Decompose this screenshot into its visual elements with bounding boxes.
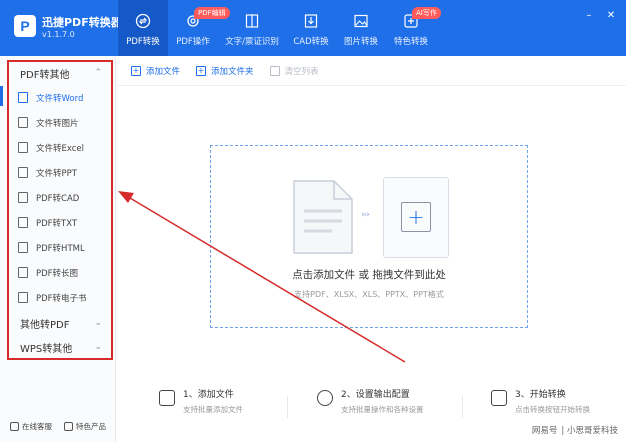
add-folder-icon: + — [196, 65, 207, 76]
step-title: 3、开始转换 — [515, 390, 566, 400]
ocr-icon — [243, 12, 261, 30]
clear-list-label: 清空列表 — [284, 66, 319, 77]
highlight-frame — [7, 60, 113, 360]
dropzone-title: 点击添加文件 或 拖拽文件到此处 — [292, 269, 446, 281]
arrows-icon: ››› — [361, 210, 370, 220]
close-button[interactable]: ✕ — [604, 8, 618, 22]
cad-icon — [302, 12, 320, 30]
watermark-author: | 小思哥爱科技 — [561, 426, 618, 436]
toolbar: + 添加文件 + 添加文件夹 清空列表 — [117, 56, 626, 86]
app-logo: P — [14, 15, 36, 37]
main-nav: PDF转换 PDF编辑 PDF操作 文字/票证识别 CAD转换 图片转换 AI写… — [118, 0, 441, 56]
nav-label: CAD转换 — [293, 37, 329, 47]
step-desc: 支持批量添加文件 — [183, 405, 243, 414]
step-title: 2、设置输出配置 — [341, 390, 410, 400]
trash-icon — [269, 65, 280, 76]
divider — [287, 396, 288, 418]
convert-icon — [134, 12, 152, 30]
image-icon — [352, 12, 370, 30]
gift-icon — [64, 422, 73, 431]
nav-label: 特色转换 — [393, 37, 428, 47]
nav-cad[interactable]: CAD转换 — [286, 0, 336, 56]
add-doc-icon — [159, 390, 175, 406]
add-file-label: 添加文件 — [146, 66, 181, 77]
featured-products-label: 特色产品 — [76, 422, 106, 431]
nav-badge: AI写作 — [412, 7, 441, 19]
document-icon — [293, 180, 353, 254]
nav-pdf-operate[interactable]: PDF编辑 PDF操作 — [168, 0, 230, 56]
plus-icon: + — [401, 202, 431, 232]
nav-feature[interactable]: AI写作 特色转换 — [386, 0, 441, 56]
active-indicator — [0, 86, 3, 106]
watermark-source: 网易号 — [531, 426, 558, 436]
dropzone-subtitle: 支持PDF、XLSX、XLS、PPTX、PPT格式 — [294, 290, 444, 299]
nav-ocr[interactable]: 文字/票证识别 — [218, 0, 286, 56]
add-folder-button[interactable]: + 添加文件夹 — [196, 65, 254, 77]
gear-icon — [317, 390, 333, 406]
step-title: 1、添加文件 — [183, 390, 234, 400]
step-add-file: 1、添加文件 支持批量添加文件 — [159, 384, 243, 415]
nav-label: PDF转换 — [126, 37, 160, 47]
nav-image[interactable]: 图片转换 — [336, 0, 386, 56]
window-controls: – ✕ — [582, 8, 618, 22]
title-bar: P 迅捷PDF转换器 v1.1.7.0 PDF转换 PDF编辑 PDF操作 文字… — [0, 0, 626, 56]
step-desc: 点击转换按钮开始转换 — [515, 405, 590, 414]
add-file-icon: + — [131, 65, 141, 76]
nav-pdf-convert[interactable]: PDF转换 — [118, 0, 168, 56]
nav-label: 图片转换 — [343, 37, 378, 47]
online-service-link[interactable]: 在线客服 — [10, 421, 52, 432]
clear-list-button[interactable]: 清空列表 — [269, 65, 319, 77]
online-service-label: 在线客服 — [22, 422, 52, 431]
convert-start-icon — [491, 390, 507, 406]
add-folder-label: 添加文件夹 — [211, 66, 254, 77]
app-name: 迅捷PDF转换器 — [42, 16, 122, 29]
step-desc: 支持批量操作和各种设置 — [341, 405, 424, 414]
sidebar-footer: 在线客服 特色产品 — [10, 421, 106, 432]
divider — [462, 396, 463, 418]
nav-label: PDF操作 — [176, 37, 210, 47]
watermark: 网易号 | 小思哥爱科技 — [532, 424, 618, 436]
step-settings: 2、设置输出配置 支持批量操作和各种设置 — [317, 384, 424, 415]
nav-label: 文字/票证识别 — [225, 37, 279, 47]
add-file-target[interactable]: + — [383, 177, 449, 258]
file-drop-zone[interactable]: ››› + 点击添加文件 或 拖拽文件到此处 支持PDF、XLSX、XLS、PP… — [210, 145, 528, 328]
steps-bar: 1、添加文件 支持批量添加文件 2、设置输出配置 支持批量操作和各种设置 3、开… — [117, 384, 626, 428]
app-version: v1.1.7.0 — [42, 30, 75, 39]
add-file-button[interactable]: + 添加文件 — [131, 65, 180, 77]
headset-icon — [10, 422, 19, 431]
step-start-convert: 3、开始转换 点击转换按钮开始转换 — [491, 384, 590, 415]
featured-products-link[interactable]: 特色产品 — [64, 421, 106, 432]
minimize-button[interactable]: – — [582, 8, 596, 22]
